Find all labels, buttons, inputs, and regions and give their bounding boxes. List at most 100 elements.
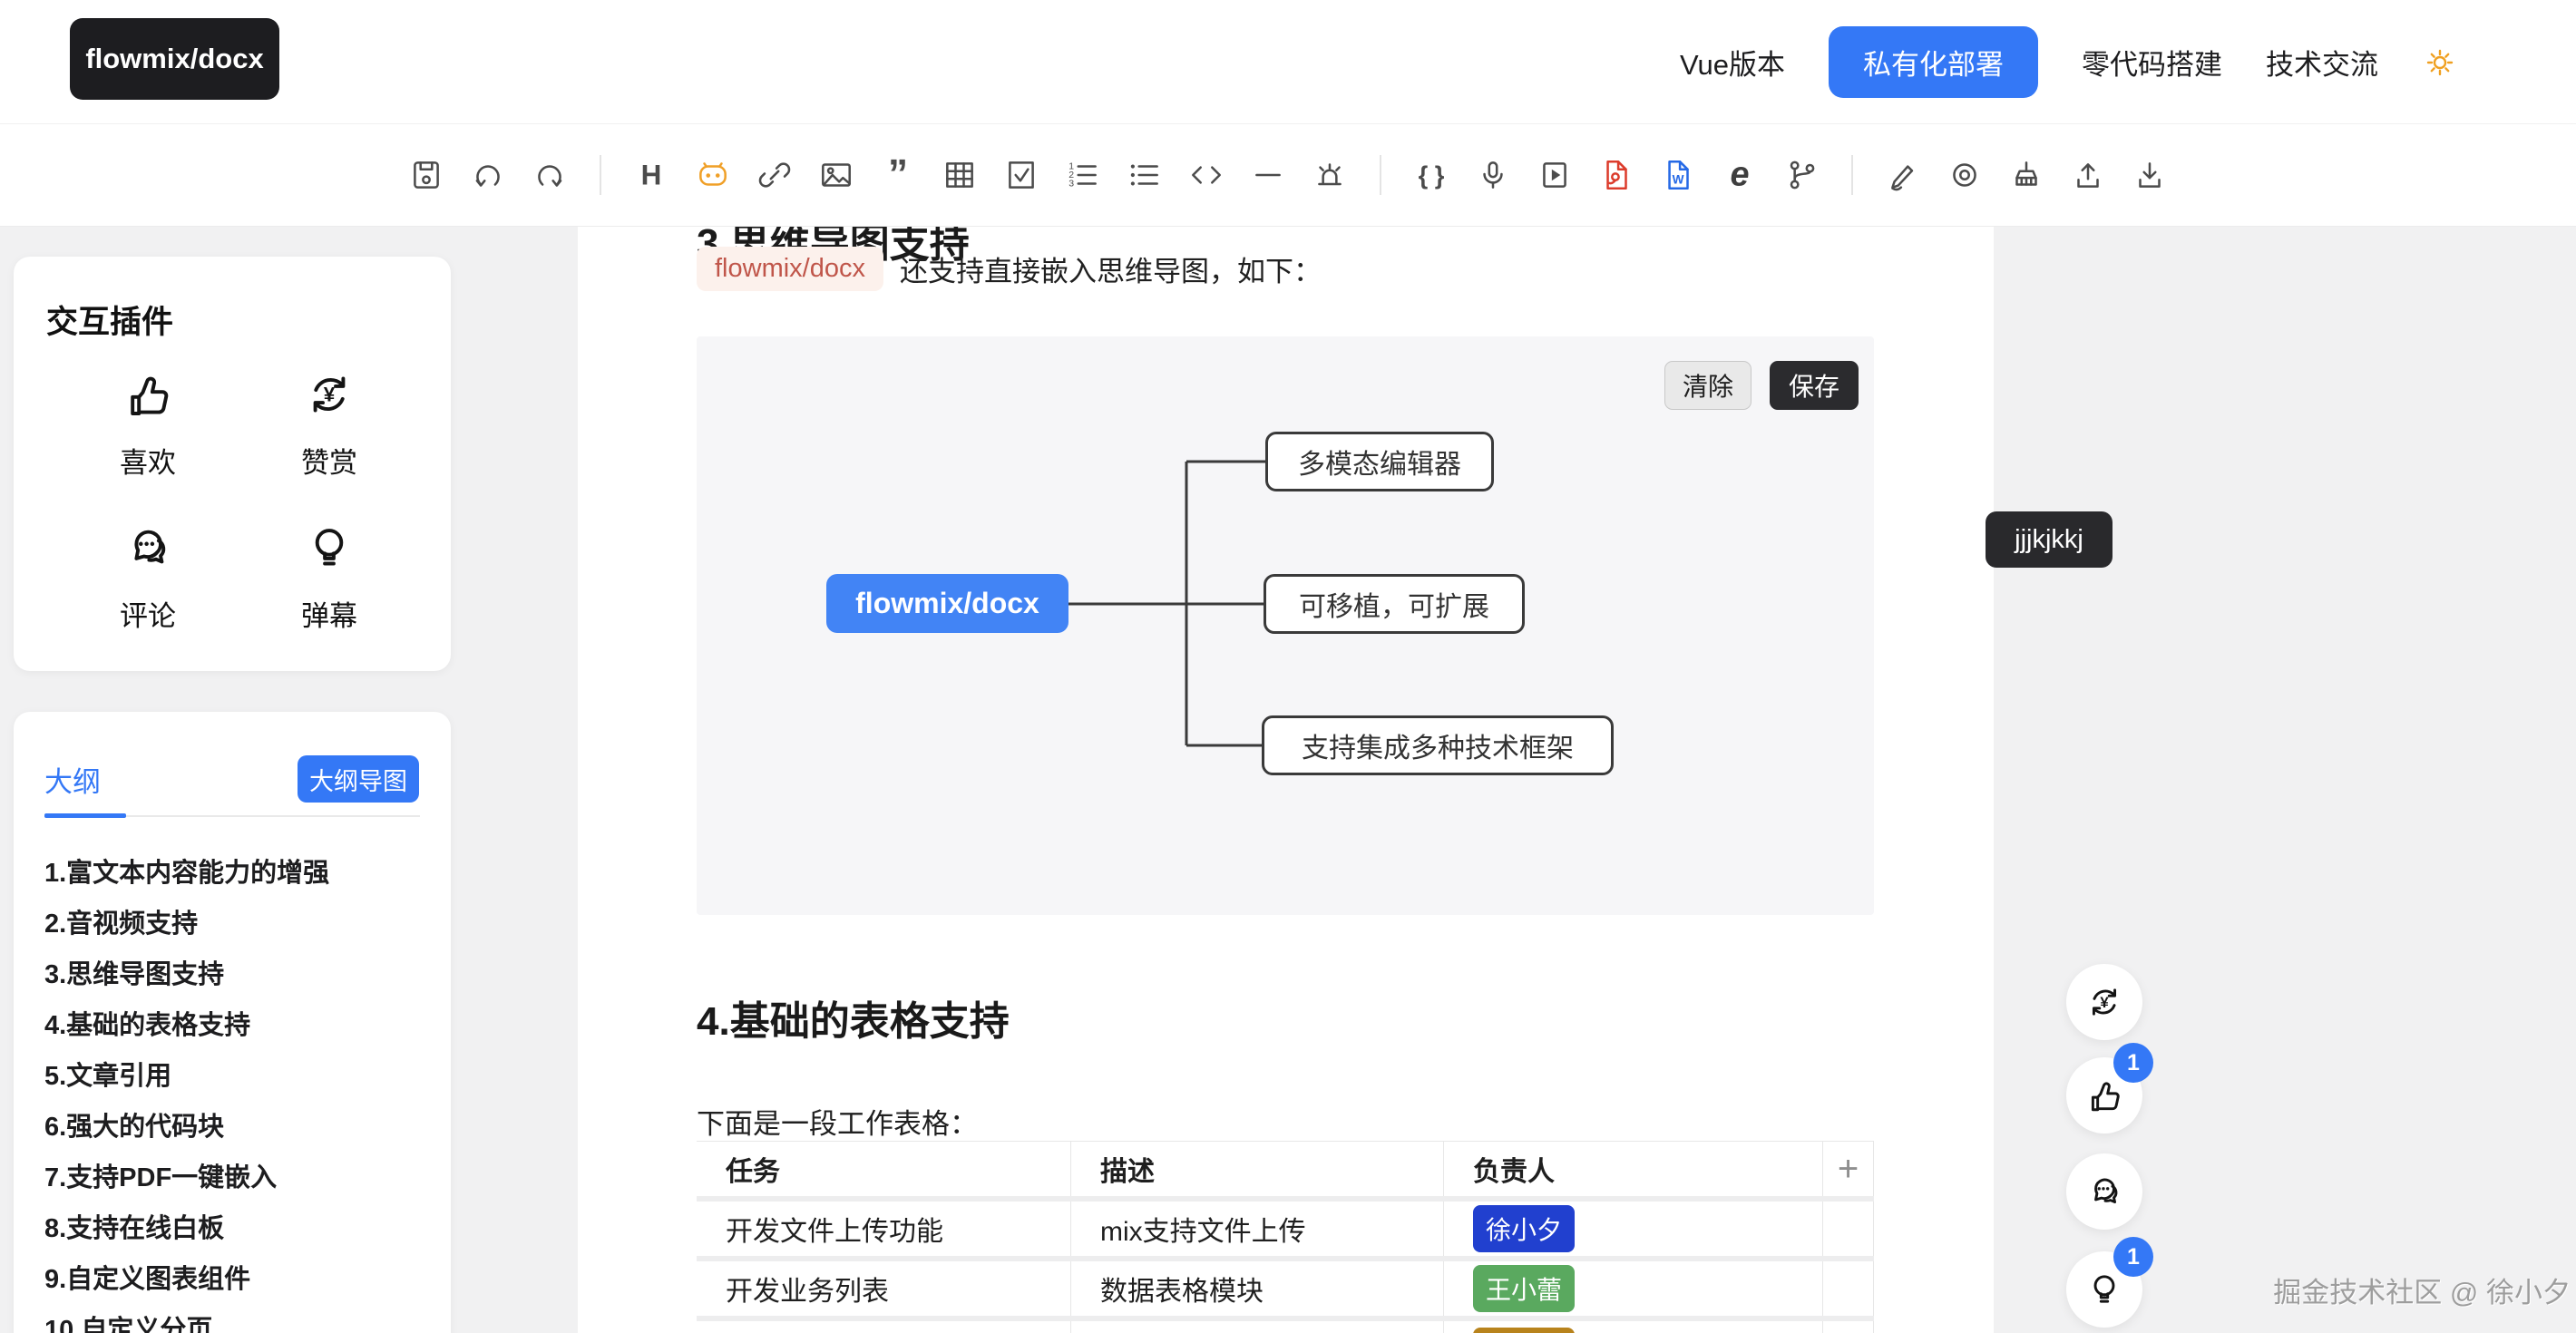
git-branch-icon[interactable] [1782,156,1820,194]
sun-icon [2422,44,2458,81]
word-icon[interactable]: W [1659,156,1697,194]
comments-icon [122,522,173,573]
outline-item[interactable]: 1.富文本内容能力的增强 [44,848,425,899]
plugin-comment-label: 评论 [57,593,239,634]
column-header: 描述 [1071,1142,1444,1196]
outline-item[interactable]: 6.强大的代码块 [44,1102,425,1153]
work-table: 任务 描述 负责人 + 开发文件上传功能 mix支持文件上传 徐小夕 开发业务列… [697,1141,1874,1333]
table-row[interactable]: 开发文件上传功能 mix支持文件上传 徐小夕 [697,1202,1874,1261]
thumb-up-icon [122,369,173,420]
outline-panel: 大纲 大纲导图 1.富文本内容能力的增强2.音视频支持3.思维导图支持4.基础的… [14,712,451,1333]
quote-icon[interactable]: ” [879,156,917,194]
undo-icon[interactable] [469,156,507,194]
interactive-plugins-panel: 交互插件 喜欢 ¥ 赞赏 评论 弹幕 [14,257,451,671]
mindmap-save-button[interactable]: 保存 [1770,361,1859,410]
table-lead-text: 下面是一段工作表格： [697,1101,978,1142]
mindmap-child-node[interactable]: 多模态编辑器 [1265,432,1494,491]
tab-outline[interactable]: 大纲 [44,759,101,800]
plugin-like[interactable]: 喜欢 [57,369,239,481]
toolbar-divider [600,155,601,195]
svg-text:e: e [1730,156,1749,194]
check-square-icon[interactable] [1002,156,1040,194]
float-comment-button[interactable] [2066,1153,2142,1230]
bullet-list-icon[interactable] [1126,156,1164,194]
toolbar-divider [1380,155,1381,195]
comments-icon [2085,1172,2123,1211]
float-reward-button[interactable]: ¥ [2066,964,2142,1040]
outline-map-button[interactable]: 大纲导图 [298,755,419,803]
redo-icon[interactable] [531,156,569,194]
outline-active-underline [44,813,126,818]
owner-badge [1473,1328,1575,1333]
table-icon[interactable] [941,156,979,194]
pen-icon[interactable] [1884,156,1922,194]
explorer-icon[interactable]: e [1721,156,1759,194]
mic-icon[interactable] [1474,156,1512,194]
app-logo[interactable]: flowmix/docx [70,18,279,100]
image-icon[interactable] [817,156,855,194]
section4-heading: 4.基础的表格支持 [697,988,1010,1046]
svg-text:3: 3 [1068,179,1074,190]
inline-code-chip: flowmix/docx [697,247,883,291]
nav-item-community[interactable]: 技术交流 [2266,42,2378,83]
plugin-reward[interactable]: ¥ 赞赏 [239,369,420,481]
outline-item[interactable]: 4.基础的表格支持 [44,1000,425,1051]
toolbar-divider [1851,155,1853,195]
mindmap-root-node[interactable]: flowmix/docx [826,574,1068,633]
svg-text:W: W [1673,172,1684,186]
watermark-text: 掘金技术社区 @ 徐小夕 [2273,1270,2571,1310]
outline-item[interactable]: 7.支持PDF一键嵌入 [44,1153,425,1203]
upload-icon[interactable] [2069,156,2107,194]
download-icon[interactable] [2131,156,2169,194]
braces-icon[interactable]: { } [1412,156,1450,194]
outline-item[interactable]: 10.自定义分页 [44,1305,425,1333]
bulb-icon [2085,1270,2123,1309]
outline-item[interactable]: 9.自定义图表组件 [44,1254,425,1305]
ordered-list-icon[interactable]: 123 [1064,156,1102,194]
mindmap-clear-button[interactable]: 清除 [1664,361,1751,410]
plugin-danmaku[interactable]: 弹幕 [239,522,420,634]
emoji-icon[interactable] [694,156,732,194]
nav-item-nocode[interactable]: 零代码搭建 [2082,42,2222,83]
svg-text:¥: ¥ [324,384,336,406]
float-idea-button[interactable]: 1 [2066,1251,2142,1328]
pdf-icon[interactable] [1597,156,1635,194]
alarm-icon[interactable] [1311,156,1349,194]
task-cell: 开发业务列表 [697,1261,1071,1316]
heading-icon[interactable]: H [632,156,670,194]
outline-item[interactable]: 2.音视频支持 [44,899,425,949]
table-header-row: 任务 描述 负责人 + [697,1142,1874,1202]
yen-refresh-icon: ¥ [2085,983,2123,1021]
mindmap-canvas[interactable]: 清除 保存 flowmix/docx 多模态编辑器 可移植，可扩展 支持集成多种… [697,336,1874,915]
video-icon[interactable] [1536,156,1574,194]
table-row[interactable] [697,1321,1874,1333]
mindmap-child-node[interactable]: 支持集成多种技术框架 [1262,715,1614,775]
nav-item-vue[interactable]: Vue版本 [1680,42,1785,83]
plugin-comment[interactable]: 评论 [57,522,239,634]
theme-toggle[interactable] [2422,44,2458,81]
minus-icon[interactable] [1249,156,1287,194]
like-count-badge: 1 [2113,1043,2153,1083]
outline-item[interactable]: 8.支持在线白板 [44,1203,425,1254]
owner-badge: 徐小夕 [1473,1205,1575,1252]
outline-item[interactable]: 5.文章引用 [44,1051,425,1102]
save-icon[interactable] [407,156,445,194]
plugin-reward-label: 赞赏 [239,440,420,481]
document-content: 3.思维导图支持 flowmix/docx 还支持直接嵌入思维导图，如下： 清除… [578,227,1994,1333]
toolbar-icons: H ” 123 { } We [407,155,2169,195]
idea-count-badge: 1 [2113,1237,2153,1277]
link-icon[interactable] [756,156,794,194]
outline-item[interactable]: 3.思维导图支持 [44,949,425,1000]
code-icon[interactable] [1187,156,1225,194]
thumb-up-icon [2085,1076,2123,1114]
nav-item-private-deploy[interactable]: 私有化部署 [1829,26,2038,98]
svg-text:{ }: { } [1419,161,1445,189]
brush-icon[interactable] [2007,156,2045,194]
float-like-button[interactable]: 1 [2066,1057,2142,1134]
mindmap-child-node[interactable]: 可移植，可扩展 [1264,574,1525,634]
table-row[interactable]: 开发业务列表 数据表格模块 王小蕾 [697,1261,1874,1321]
outline-list: 1.富文本内容能力的增强2.音视频支持3.思维导图支持4.基础的表格支持5.文章… [44,848,425,1333]
plugin-danmaku-label: 弹幕 [239,593,420,634]
add-column-button[interactable]: + [1838,1149,1859,1190]
preview-icon[interactable] [1946,156,1984,194]
